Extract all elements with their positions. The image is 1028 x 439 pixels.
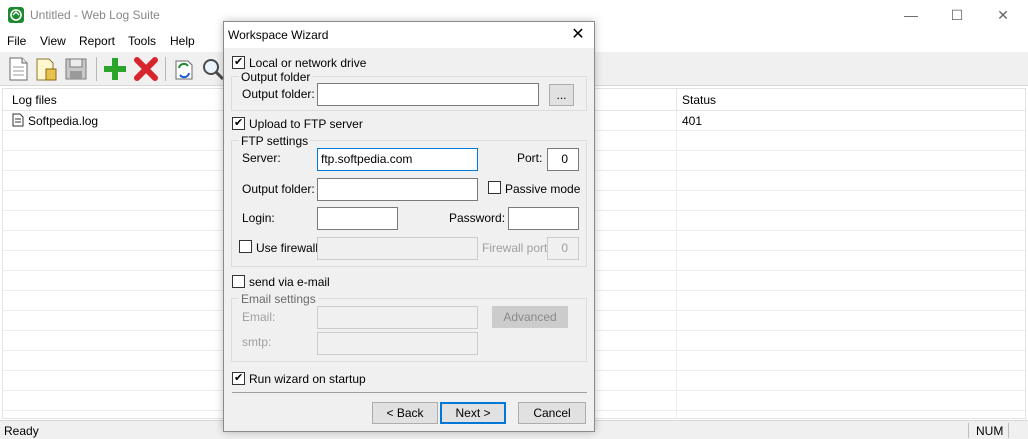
advanced-button: Advanced xyxy=(492,306,568,328)
email-address-input xyxy=(317,306,478,329)
status-separator xyxy=(1008,423,1009,438)
toolbar-separator xyxy=(96,57,97,81)
run-on-startup-label: Run wizard on startup xyxy=(249,372,366,386)
email-label: send via e-mail xyxy=(249,275,330,289)
check-icon: ✔ xyxy=(234,56,244,68)
update-icon[interactable] xyxy=(170,55,198,83)
log-file-status: 401 xyxy=(682,114,703,128)
dialog-divider xyxy=(232,392,587,393)
port-input[interactable]: 0 xyxy=(547,148,579,171)
back-button[interactable]: < Back xyxy=(372,402,438,424)
add-icon[interactable] xyxy=(101,55,129,83)
ftp-output-folder-label: Output folder: xyxy=(242,182,315,196)
use-firewall-label: Use firewall xyxy=(256,241,319,255)
ftp-label: Upload to FTP server xyxy=(249,117,363,131)
column-status[interactable]: Status xyxy=(682,93,716,107)
passive-mode-label: Passive mode xyxy=(505,182,581,196)
login-label: Login: xyxy=(242,211,275,225)
firewall-port-label: Firewall port: xyxy=(482,241,551,255)
delete-icon[interactable] xyxy=(132,55,160,83)
email-checkbox[interactable] xyxy=(232,275,245,288)
server-input[interactable]: ftp.softpedia.com xyxy=(317,148,478,171)
local-drive-checkbox[interactable]: ✔ xyxy=(232,56,245,69)
password-input[interactable] xyxy=(508,207,579,230)
ftp-output-folder-input[interactable] xyxy=(317,178,478,201)
browse-button[interactable]: ... xyxy=(549,84,574,106)
smtp-input xyxy=(317,332,478,355)
run-on-startup-checkbox[interactable]: ✔ xyxy=(232,372,245,385)
maximize-button[interactable]: ☐ xyxy=(934,0,980,30)
ftp-checkbox[interactable]: ✔ xyxy=(232,117,245,130)
save-icon[interactable] xyxy=(62,55,90,83)
status-text: Ready xyxy=(4,424,39,438)
log-file-name: Softpedia.log xyxy=(28,114,99,128)
column-log-files[interactable]: Log files xyxy=(12,93,57,107)
menu-help[interactable]: Help xyxy=(170,34,195,48)
output-folder-group-title: Output folder xyxy=(239,70,313,84)
window-title: Untitled - Web Log Suite xyxy=(30,8,160,22)
firewall-port-input: 0 xyxy=(547,237,579,260)
menu-tools[interactable]: Tools xyxy=(128,34,156,48)
local-drive-label: Local or network drive xyxy=(249,56,367,70)
login-input[interactable] xyxy=(317,207,398,230)
ftp-settings-title: FTP settings xyxy=(239,134,311,148)
check-icon: ✔ xyxy=(234,372,244,384)
next-button[interactable]: Next > xyxy=(440,402,506,424)
column-divider[interactable] xyxy=(676,89,677,111)
server-label: Server: xyxy=(242,151,281,165)
port-label: Port: xyxy=(517,151,543,165)
cancel-button[interactable]: Cancel xyxy=(518,402,586,424)
passive-mode-checkbox[interactable] xyxy=(488,181,501,194)
app-logo-icon xyxy=(8,7,24,23)
use-firewall-checkbox[interactable] xyxy=(239,240,252,253)
menu-view[interactable]: View xyxy=(40,34,66,48)
password-label: Password: xyxy=(449,211,506,225)
dialog-title-bar: Workspace Wizard ✕ xyxy=(224,22,594,48)
check-icon: ✔ xyxy=(234,117,244,129)
menu-file[interactable]: File xyxy=(7,34,26,48)
email-address-label: Email: xyxy=(242,310,276,324)
output-folder-label: Output folder: xyxy=(242,87,315,101)
output-folder-input[interactable] xyxy=(317,83,539,106)
log-file-icon xyxy=(12,113,24,127)
status-separator xyxy=(968,423,969,438)
menu-report[interactable]: Report xyxy=(79,34,115,48)
column-gridline xyxy=(676,111,677,419)
minimize-button[interactable]: — xyxy=(888,0,934,30)
smtp-label: smtp: xyxy=(242,335,272,349)
firewall-input xyxy=(317,237,478,260)
email-settings-title: Email settings xyxy=(239,292,318,306)
num-lock-indicator: NUM xyxy=(976,424,1004,438)
workspace-wizard-dialog: Workspace Wizard ✕ ✔ Local or network dr… xyxy=(223,21,595,432)
dialog-title: Workspace Wizard xyxy=(228,28,329,42)
toolbar-separator xyxy=(165,57,166,81)
open-folder-icon[interactable] xyxy=(32,55,60,83)
new-document-icon[interactable] xyxy=(4,55,32,83)
close-button[interactable]: ✕ xyxy=(980,0,1026,30)
dialog-close-icon[interactable]: ✕ xyxy=(564,23,592,47)
